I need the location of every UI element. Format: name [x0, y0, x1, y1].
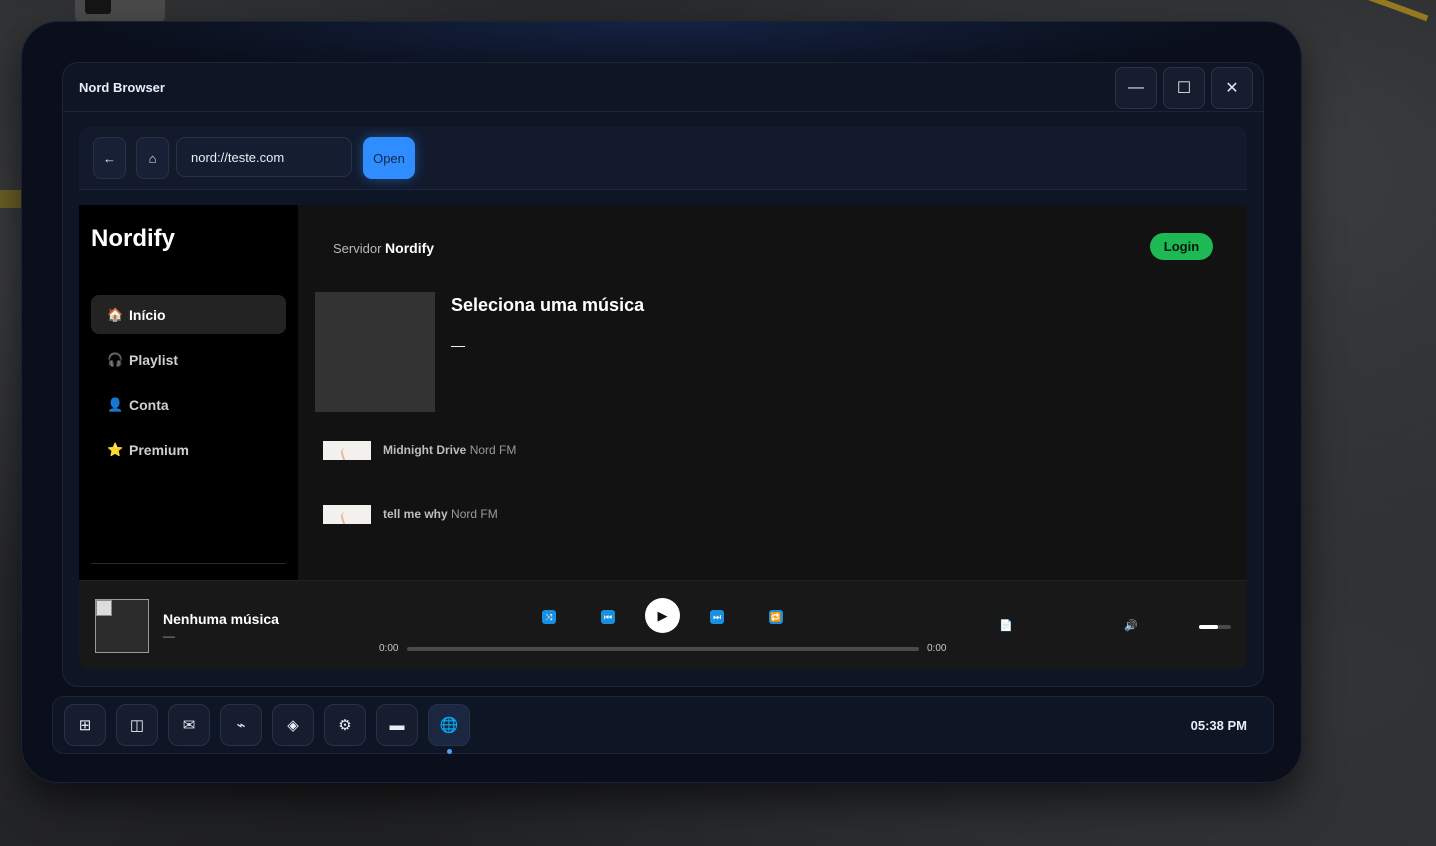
previous-button[interactable]: ⏮	[601, 610, 615, 624]
track-name: Midnight Drive	[383, 443, 467, 457]
server-name: Nordify	[385, 240, 435, 256]
dock-app-window[interactable]: ▬	[376, 704, 418, 746]
sidebar-item-premium[interactable]: ⭐ Premium	[91, 430, 286, 469]
track-item[interactable]: Midnight Drive Nord FM	[323, 440, 516, 460]
web-page: Nordify 🏠 Início 🎧 Playlist 👤 Conta ⭐ Pr…	[79, 205, 1247, 669]
sidebar-item-conta[interactable]: 👤 Conta	[91, 385, 286, 424]
dock-app-mail[interactable]: ✉	[168, 704, 210, 746]
time-total: 0:00	[927, 643, 947, 654]
home-button[interactable]: ⌂	[136, 137, 169, 179]
app-logo: Nordify	[91, 225, 175, 252]
house-icon: 🏠	[107, 306, 124, 322]
user-icon: 👤	[107, 396, 124, 412]
home-icon: ⌂	[148, 150, 157, 166]
back-button[interactable]: ←	[93, 137, 126, 179]
grid-icon: ⊞	[78, 717, 92, 734]
close-icon: ✕	[1225, 80, 1239, 97]
next-icon: ⏭	[712, 611, 722, 622]
time-current: 0:00	[379, 643, 399, 654]
terminal-icon: ⌁	[236, 717, 246, 734]
sidebar-item-label: Premium	[129, 441, 189, 458]
sidebar-divider	[91, 563, 286, 564]
track-item[interactable]: tell me why Nord FM	[323, 504, 498, 524]
gear-icon: ⚙	[338, 717, 352, 734]
progress-bar[interactable]	[407, 647, 919, 651]
shuffle-button[interactable]: ⤨	[542, 610, 556, 624]
server-prefix: Servidor	[333, 241, 382, 256]
album-cover	[315, 292, 435, 412]
document-icon: 📄	[999, 620, 1013, 632]
previous-icon: ⏮	[603, 611, 613, 622]
player-bar: Nenhuma música — ⤨ ⏮ ▶ ⏭ 🔁 0:00 0:00 📄 🔊	[79, 580, 1247, 669]
track-thumbnail	[323, 440, 371, 460]
dock-app-terminal[interactable]: ⌁	[220, 704, 262, 746]
sidebar-item-label: Início	[129, 306, 166, 323]
sidebar-item-label: Conta	[129, 396, 169, 413]
play-button[interactable]: ▶	[645, 598, 680, 633]
lyrics-button[interactable]: 📄	[999, 619, 1013, 632]
road-marking	[1341, 0, 1429, 22]
volume-slider[interactable]	[1199, 625, 1231, 629]
login-button[interactable]: Login	[1150, 233, 1213, 260]
player-cover	[95, 599, 149, 653]
repeat-button[interactable]: 🔁	[769, 610, 783, 624]
arrow-left-icon: ←	[103, 150, 116, 166]
globe-icon: 🌐	[439, 717, 459, 734]
dock-app-split[interactable]: ◫	[116, 704, 158, 746]
window-title: Nord Browser	[79, 80, 165, 95]
track-thumbnail	[323, 504, 371, 524]
road-marking	[0, 190, 22, 208]
maximize-icon: ☐	[1176, 80, 1192, 97]
volume-fill	[1199, 625, 1219, 629]
dock-app-settings[interactable]: ⚙	[324, 704, 366, 746]
headphones-icon: 🎧	[107, 351, 124, 367]
sidebar: Nordify 🏠 Início 🎧 Playlist 👤 Conta ⭐ Pr…	[79, 205, 298, 580]
dock-app-diamond[interactable]: ◈	[272, 704, 314, 746]
now-playing-artist: —	[451, 337, 465, 353]
url-input[interactable]	[176, 137, 352, 177]
browser-navbar: ← ⌂ Open	[79, 127, 1247, 190]
active-app-indicator	[447, 749, 452, 754]
play-icon: ▶	[657, 607, 668, 623]
title-bar: Nord Browser — ☐ ✕	[63, 63, 1263, 112]
close-button[interactable]: ✕	[1211, 67, 1253, 109]
minimize-icon: —	[1128, 79, 1144, 96]
minimize-button[interactable]: —	[1115, 67, 1157, 109]
background-object	[75, 0, 165, 24]
player-artist: —	[163, 629, 175, 643]
clock: 05:38 PM	[1190, 718, 1247, 733]
track-name: tell me why	[383, 507, 448, 521]
star-icon: ⭐	[107, 441, 124, 457]
maximize-button[interactable]: ☐	[1163, 67, 1205, 109]
volume-icon: 🔊	[1124, 620, 1138, 632]
next-button[interactable]: ⏭	[710, 610, 724, 624]
sidebar-item-playlist[interactable]: 🎧 Playlist	[91, 340, 286, 379]
sidebar-item-inicio[interactable]: 🏠 Início	[91, 295, 286, 334]
track-artist: Nord FM	[451, 507, 498, 521]
open-button[interactable]: Open	[363, 137, 415, 179]
columns-icon: ◫	[129, 717, 145, 734]
shuffle-icon: ⤨	[545, 611, 553, 622]
dock-app-browser[interactable]: 🌐	[428, 704, 470, 746]
taskbar-dock: ⊞ ◫ ✉ ⌁ ◈ ⚙ ▬ 🌐 05:38 PM	[52, 696, 1274, 754]
browser-window: Nord Browser — ☐ ✕ ← ⌂ Open Nordify 🏠 In…	[62, 62, 1264, 687]
mail-icon: ✉	[182, 717, 196, 734]
now-playing-title: Seleciona uma música	[451, 295, 645, 315]
sidebar-item-label: Playlist	[129, 351, 179, 368]
main-content: Servidor Nordify Login Seleciona uma mús…	[298, 205, 1247, 580]
tablet-device: Nord Browser — ☐ ✕ ← ⌂ Open Nordify 🏠 In…	[22, 22, 1301, 782]
diamond-icon: ◈	[287, 717, 299, 734]
player-title: Nenhuma música	[163, 611, 279, 627]
dock-app-grid[interactable]: ⊞	[64, 704, 106, 746]
server-label: Servidor Nordify	[333, 240, 434, 256]
track-artist: Nord FM	[469, 443, 517, 457]
volume-button[interactable]: 🔊	[1124, 619, 1138, 632]
repeat-icon: 🔁	[770, 611, 782, 622]
window-icon: ▬	[389, 716, 405, 734]
